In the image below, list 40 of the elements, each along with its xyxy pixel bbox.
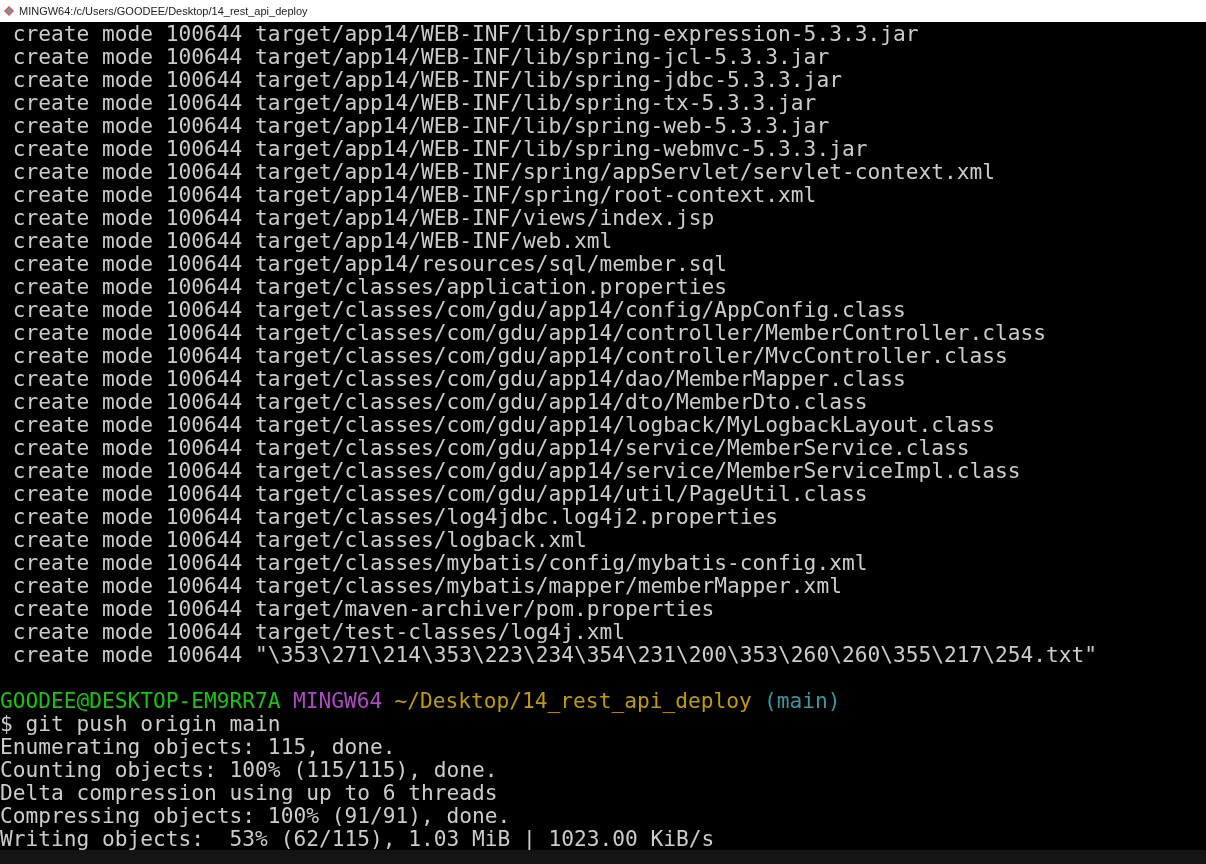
output-line: create mode 100644 target/app14/WEB-INF/lib/spring-webmvc-5.3.3.jar — [11, 137, 868, 160]
output-line: create mode 100644 target/test-classes/log4j.xml — [11, 620, 626, 643]
output-line: create mode 100644 target/app14/WEB-INF/web.xml — [11, 229, 613, 252]
prompt-label: ~/Desktop/14_rest_api_deploy — [394, 689, 752, 712]
output-line: create mode 100644 target/classes/com/gdu/app14/config/AppConfig.class — [11, 298, 906, 321]
output-line: Enumerating objects: 115, done. — [0, 735, 396, 758]
output-line: create mode 100644 "\353\271\214\353\223\234\354\231\200\353\260\260\355\217\254.txt" — [11, 643, 1097, 666]
output-line: Writing objects: 53% (62/115), 1.03 MiB | 1023.00 KiB/s — [0, 827, 715, 850]
output-line: Counting objects: 100% (115/115), done. — [0, 758, 498, 781]
output-line: create mode 100644 target/app14/WEB-INF/lib/spring-expression-5.3.3.jar — [11, 22, 919, 45]
prompt-label: GOODEE@DESKTOP-EM9RR7A — [0, 689, 281, 712]
prompt-label: MINGW64 — [292, 689, 383, 712]
output-line: create mode 100644 target/app14/WEB-INF/views/index.jsp — [11, 206, 715, 229]
output-line: create mode 100644 target/classes/com/gdu/app14/controller/MemberController.class — [11, 321, 1046, 344]
output-line: create mode 100644 target/app14/WEB-INF/spring/root-context.xml — [11, 183, 817, 206]
output-line: create mode 100644 target/classes/com/gdu/app14/logback/MyLogbackLayout.class — [11, 413, 995, 436]
output-line: create mode 100644 target/app14/resources/sql/member.sql — [11, 252, 728, 275]
command-line: $ git push origin main — [0, 712, 281, 735]
output-line: Delta compression using up to 6 threads — [0, 781, 498, 804]
output-line: create mode 100644 target/maven-archiver/pom.properties — [11, 597, 715, 620]
output-line: create mode 100644 target/classes/log4jdbc.log4j2.properties — [11, 505, 779, 528]
output-line: create mode 100644 target/app14/WEB-INF/lib/spring-jcl-5.3.3.jar — [11, 45, 830, 68]
output-line: create mode 100644 target/classes/logback.xml — [11, 528, 587, 551]
output-line: create mode 100644 target/app14/WEB-INF/lib/spring-jdbc-5.3.3.jar — [11, 68, 842, 91]
output-line: create mode 100644 target/app14/WEB-INF/lib/spring-tx-5.3.3.jar — [11, 91, 817, 114]
output-line: create mode 100644 target/classes/application.properties — [11, 275, 728, 298]
output-line: create mode 100644 target/classes/com/gdu/app14/dao/MemberMapper.class — [11, 367, 906, 390]
output-line: create mode 100644 target/classes/com/gdu/app14/dto/MemberDto.class — [11, 390, 868, 413]
output-line: create mode 100644 target/app14/WEB-INF/lib/spring-web-5.3.3.jar — [11, 114, 830, 137]
diamond-icon — [3, 5, 15, 17]
output-line: Compressing objects: 100% (91/91), done. — [0, 804, 511, 827]
output-line: create mode 100644 target/classes/com/gdu/app14/util/PageUtil.class — [11, 482, 868, 505]
output-line: create mode 100644 target/classes/mybatis/config/mybatis-config.xml — [11, 551, 868, 574]
output-line: create mode 100644 target/classes/com/gdu/app14/controller/MvcController.class — [11, 344, 1008, 367]
output-line: create mode 100644 target/classes/mybatis/mapper/memberMapper.xml — [11, 574, 842, 597]
output-line: create mode 100644 target/app14/WEB-INF/spring/appServlet/servlet-context.xml — [11, 160, 995, 183]
prompt-label: (main) — [764, 689, 841, 712]
output-line: create mode 100644 target/classes/com/gdu/app14/service/MemberServiceImpl.class — [11, 459, 1021, 482]
output-line: create mode 100644 target/classes/com/gdu/app14/service/MemberService.class — [11, 436, 970, 459]
window-title: MINGW64:/c/Users/GOODEE/Desktop/14_rest_api_deploy — [19, 5, 308, 17]
